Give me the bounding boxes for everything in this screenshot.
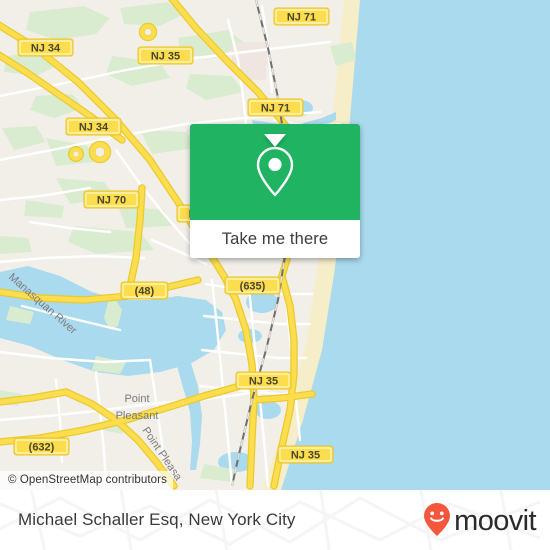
popup-pointer: [264, 134, 286, 147]
moovit-wordmark: moovit: [454, 504, 536, 537]
road-shield: NJ 71: [273, 7, 330, 26]
footer-bar: Michael Schaller Esq, New York City moov…: [0, 490, 550, 550]
road-shield: NJ 34: [17, 38, 74, 57]
road-shield: NJ 35: [235, 371, 292, 390]
map-pin-icon: [256, 146, 294, 197]
road-shield-label: NJ 35: [291, 449, 320, 461]
road-shield-label: NJ 71: [261, 102, 290, 114]
road-shield-label: NJ 35: [151, 50, 180, 62]
road-shield: NJ 71: [247, 98, 304, 117]
place-label-pleasant: Pleasant: [116, 410, 159, 422]
road-shield: (632): [13, 437, 70, 456]
road-shield: NJ 35: [137, 46, 194, 65]
road-shield-label: (635): [240, 280, 266, 292]
place-label-point: Point: [124, 393, 149, 405]
road-shield-label: NJ 34: [79, 121, 109, 133]
road-shield-label: NJ 71: [287, 11, 316, 23]
moovit-logo[interactable]: moovit: [422, 502, 537, 538]
moovit-pin-smiley-icon: [424, 503, 451, 536]
map-pond: [255, 401, 281, 419]
moovit-map-screen: Point Pleasant Manasquan River Point Ple…: [0, 0, 550, 550]
road-shield-label: (632): [29, 441, 55, 453]
location-title: Michael Schaller Esq, New York City: [18, 510, 296, 529]
road-shield-label: NJ 34: [31, 42, 61, 54]
take-me-there-label: Take me there: [221, 229, 329, 248]
road-shield: (48): [120, 281, 169, 300]
road-shield-label: (48): [135, 285, 155, 297]
road-shield: (635): [224, 276, 281, 295]
popup-action-area[interactable]: Take me there: [190, 220, 360, 258]
road-shield: NJ 34: [65, 117, 122, 136]
road-shield-label: NJ 70: [97, 194, 126, 206]
road-shield: NJ 35: [277, 445, 334, 464]
road-shield: NJ 70: [83, 190, 140, 209]
osm-attribution[interactable]: © OpenStreetMap contributors: [0, 471, 173, 490]
road-shield-label: NJ 35: [249, 375, 278, 387]
